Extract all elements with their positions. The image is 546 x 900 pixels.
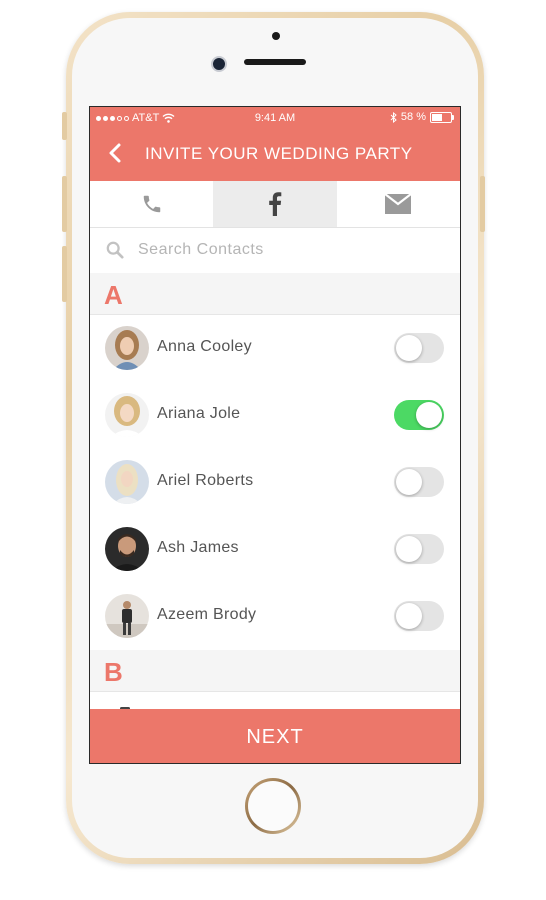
- contact-name: Azeem Brody: [157, 606, 257, 623]
- phone-icon: [143, 195, 160, 213]
- invite-toggle[interactable]: [394, 333, 444, 363]
- search-bar: [90, 227, 460, 274]
- avatar: [105, 527, 149, 571]
- bluetooth-icon: [390, 111, 397, 123]
- tab-phone[interactable]: [90, 181, 213, 227]
- section-letter: B: [104, 657, 123, 687]
- app-screen: AT&T 9:41 AM 58 % INVITE YOUR WEDDING PA…: [89, 106, 461, 764]
- title-bar: INVITE YOUR WEDDING PARTY: [90, 129, 460, 181]
- battery-icon: [430, 111, 454, 123]
- back-chevron-icon[interactable]: [104, 141, 128, 165]
- earpiece-speaker: [244, 59, 306, 65]
- section-header-b: B: [90, 650, 460, 692]
- status-bar: AT&T 9:41 AM 58 %: [90, 107, 460, 129]
- app-header: AT&T 9:41 AM 58 % INVITE YOUR WEDDING PA…: [90, 107, 460, 181]
- volume-up-button: [62, 176, 67, 232]
- facebook-icon: [269, 192, 282, 216]
- search-icon: [106, 241, 124, 259]
- section-letter: A: [104, 280, 123, 310]
- mail-icon: [385, 194, 412, 214]
- avatar: [105, 326, 149, 370]
- search-input[interactable]: [136, 240, 420, 260]
- invite-toggle[interactable]: [394, 601, 444, 631]
- status-right: 58 %: [390, 111, 454, 123]
- front-camera: [211, 56, 227, 72]
- next-button[interactable]: NEXT: [90, 709, 460, 763]
- contact-name: Ariana Jole: [157, 405, 241, 422]
- contact-row[interactable]: Ash James: [90, 516, 460, 583]
- battery-percent: 58 %: [400, 111, 426, 123]
- invite-toggle[interactable]: [394, 467, 444, 497]
- home-button[interactable]: [245, 778, 301, 834]
- avatar: [105, 393, 149, 437]
- contact-name: Ariel Roberts: [157, 472, 254, 489]
- invite-toggle[interactable]: [394, 534, 444, 564]
- volume-down-button: [62, 246, 67, 302]
- contact-row[interactable]: Azeem Brody: [90, 583, 460, 650]
- tab-email[interactable]: [337, 181, 460, 227]
- contact-row[interactable]: Anna Cooley: [90, 315, 460, 382]
- avatar: [105, 594, 149, 638]
- tab-facebook[interactable]: [213, 181, 337, 227]
- page-title: INVITE YOUR WEDDING PARTY: [145, 144, 413, 163]
- contact-row[interactable]: Ariel Roberts: [90, 449, 460, 516]
- avatar: [105, 460, 149, 504]
- contact-name: Anna Cooley: [157, 338, 252, 355]
- power-button: [480, 176, 485, 232]
- proximity-sensor: [272, 32, 280, 40]
- contact-row[interactable]: Ariana Jole: [90, 382, 460, 449]
- contact-name: Ash James: [157, 539, 239, 556]
- mute-switch: [62, 112, 67, 140]
- section-header-a: A: [90, 273, 460, 315]
- source-tabs: [90, 181, 460, 228]
- invite-toggle[interactable]: [394, 400, 444, 430]
